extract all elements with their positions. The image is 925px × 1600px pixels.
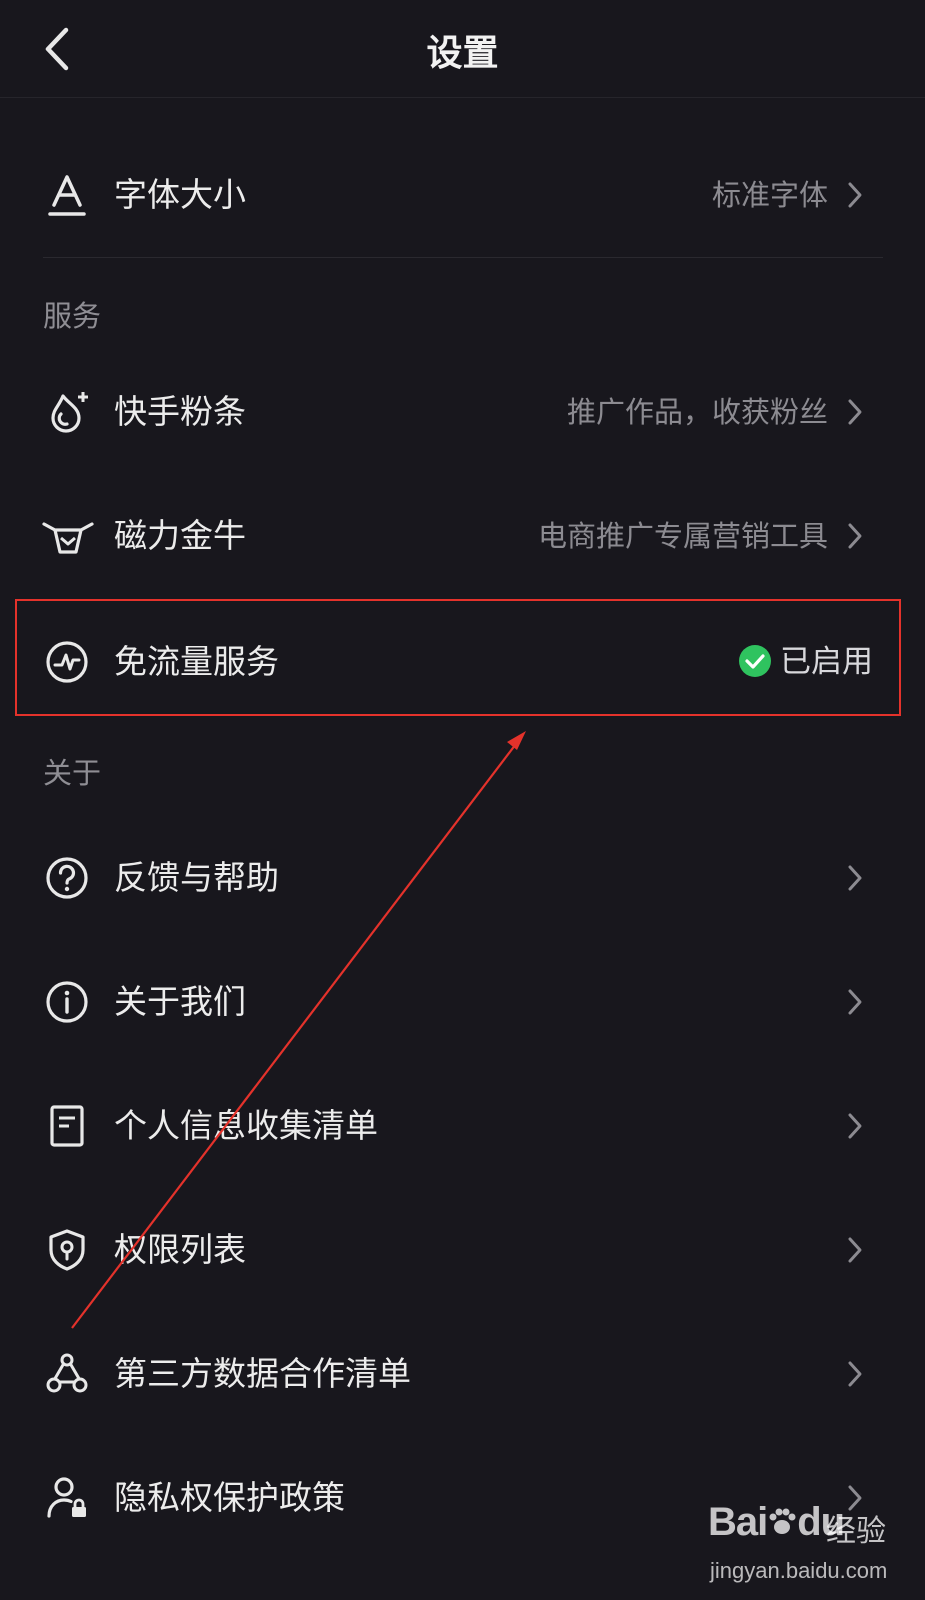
network-icon [45,1352,89,1396]
page-title: 设置 [426,33,499,74]
fentiao-label: 快手粉条 [114,392,246,431]
bull-icon [41,514,95,558]
feedback-label: 反馈与帮助 [114,858,279,897]
section-title-services: 服务 [43,299,102,333]
service-row-jinniu[interactable]: 磁力金牛 电商推广专属营销工具 [0,481,925,591]
chevron-right-icon [848,523,862,549]
jinniu-value: 电商推广专属营销工具 [537,519,828,553]
about-row-about-us[interactable]: 关于我们 [0,947,925,1057]
about-us-label: 关于我们 [114,982,246,1021]
watermark-suffix: 经验 [826,1514,886,1549]
about-row-personal-info[interactable]: 个人信息收集清单 [0,1071,925,1181]
watermark-brand: Bai du [708,1500,845,1544]
chevron-right-icon [848,865,862,891]
info-circle-icon [45,980,89,1024]
paw-icon [769,1508,796,1534]
baidu-jingyan-watermark: Bai du 经验 jingyan.baidu.com [708,1500,908,1592]
shield-icon [45,1228,89,1272]
about-row-permissions[interactable]: 权限列表 [0,1195,925,1305]
question-circle-icon [45,856,89,900]
font-size-row[interactable]: 字体大小 标准字体 [0,140,925,250]
chevron-right-icon [848,399,862,425]
user-lock-icon [45,1476,89,1520]
section-title-about: 关于 [43,756,102,790]
enabled-status-text: 已启用 [780,644,873,680]
chevron-right-icon [848,1361,862,1387]
chevron-right-icon [848,182,862,208]
fentiao-value: 推广作品，收获粉丝 [566,395,828,429]
flame-plus-icon [45,390,89,434]
document-icon [45,1104,89,1148]
pulse-circle-icon [45,640,89,684]
watermark-url: jingyan.baidu.com [710,1558,888,1583]
enabled-status: 已启用 [738,607,873,717]
chevron-right-icon [848,1237,862,1263]
check-circle-icon [739,644,771,677]
privacy-label: 隐私权保护政策 [114,1478,345,1517]
chevron-right-icon [848,1113,862,1139]
service-row-free-data[interactable]: 免流量服务 已启用 [0,607,925,717]
divider [43,257,883,258]
font-a-icon [45,173,89,217]
service-row-fentiao[interactable]: 快手粉条 推广作品，收获粉丝 [0,357,925,467]
about-row-feedback[interactable]: 反馈与帮助 [0,823,925,933]
font-size-label: 字体大小 [114,175,246,214]
font-size-value: 标准字体 [711,178,828,212]
permissions-label: 权限列表 [114,1230,246,1269]
third-party-label: 第三方数据合作清单 [114,1354,411,1393]
about-row-third-party[interactable]: 第三方数据合作清单 [0,1319,925,1429]
personal-info-label: 个人信息收集清单 [114,1106,378,1145]
nav-bar: 设置 [0,0,925,98]
free-data-label: 免流量服务 [114,642,279,681]
chevron-right-icon [848,989,862,1015]
jinniu-label: 磁力金牛 [114,516,246,555]
